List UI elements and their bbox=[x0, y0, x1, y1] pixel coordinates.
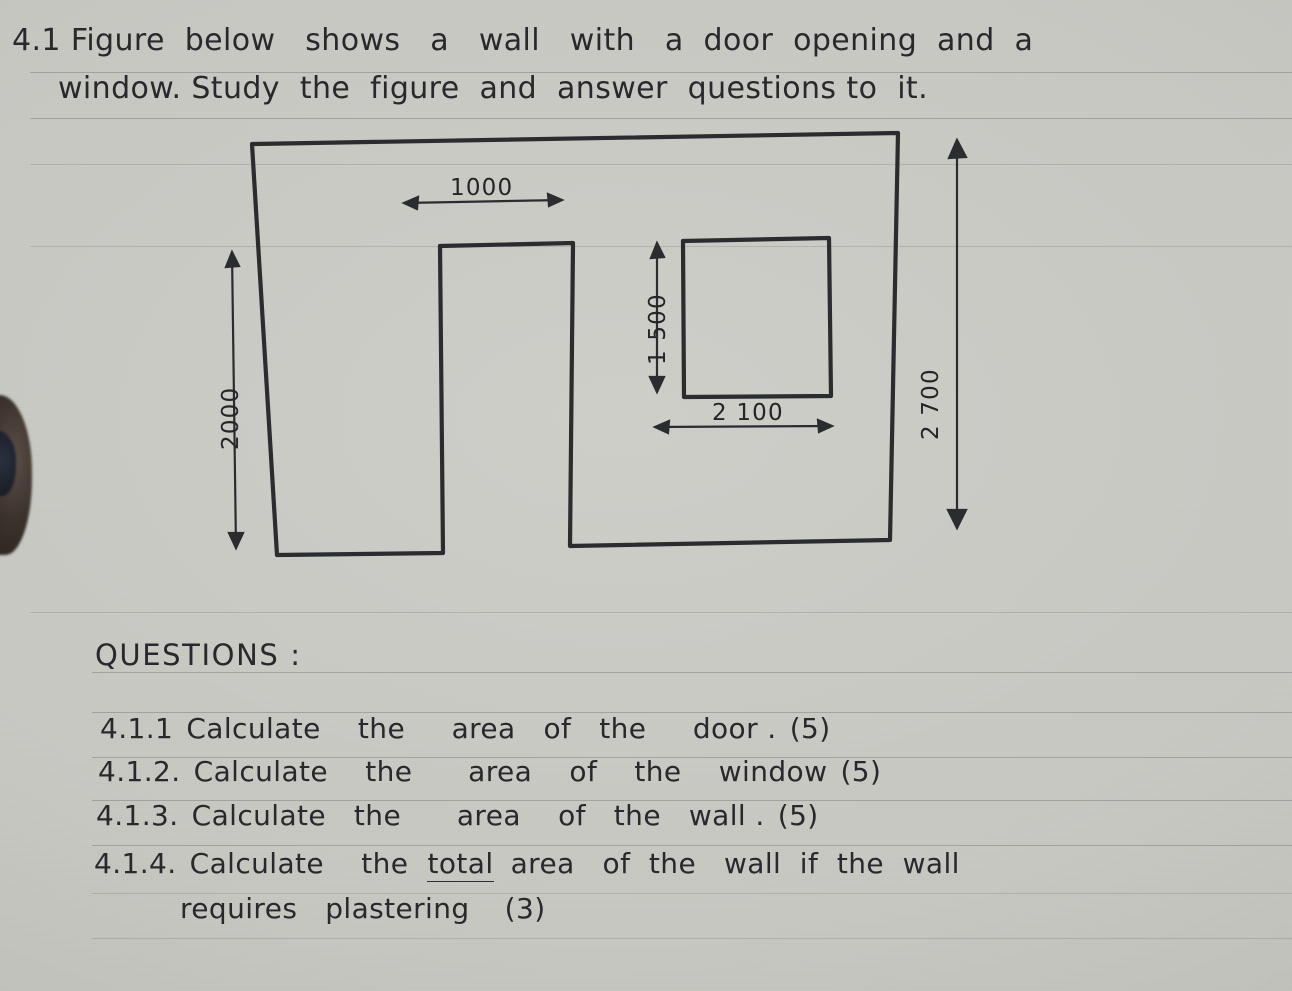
question-text-emphasis: total bbox=[427, 847, 494, 882]
questions-heading: QUESTIONS : bbox=[95, 638, 302, 672]
dim-label-door-width: 1000 bbox=[450, 175, 514, 201]
ruled-line bbox=[92, 672, 1292, 673]
question-number: 4.1.1 bbox=[100, 712, 174, 745]
question-text: Calculate the area of the window bbox=[193, 755, 828, 788]
dim-label-window-height: 1 500 bbox=[645, 293, 671, 365]
question-text-part2: area of the wall if the wall bbox=[510, 847, 960, 880]
paper-grain-texture bbox=[0, 0, 1292, 991]
dim-label-wall-left-height: 2000 bbox=[218, 386, 244, 450]
question-marks: (5) bbox=[840, 755, 882, 788]
question-text-part1: Calculate the bbox=[189, 847, 409, 880]
question-item: 4.1.4. Calculate the total area of the w… bbox=[94, 847, 959, 882]
dim-label-wall-total-height: 2 700 bbox=[918, 368, 944, 440]
question-number: 4.1.2. bbox=[98, 755, 181, 788]
ruled-line bbox=[30, 246, 1292, 247]
intro-line-2: window. Study the figure and answer ques… bbox=[58, 71, 929, 106]
question-text: Calculate the area of the door . bbox=[186, 712, 777, 745]
question-text-line2: requires plastering bbox=[180, 892, 470, 925]
dim-label-window-width: 2 100 bbox=[712, 400, 784, 426]
ruled-line bbox=[92, 938, 1292, 939]
question-text: Calculate the area of the wall . bbox=[191, 799, 765, 832]
question-marks: (5) bbox=[789, 712, 831, 745]
intro-line-1: 4.1 Figure below shows a wall with a doo… bbox=[12, 23, 1034, 58]
question-marks: (5) bbox=[777, 799, 819, 832]
question-marks: (3) bbox=[504, 892, 546, 925]
scanned-page: 4.1 Figure below shows a wall with a doo… bbox=[0, 0, 1292, 991]
question-item: 4.1.3. Calculate the area of the wall . … bbox=[96, 799, 818, 832]
question-item-continuation: requires plastering (3) bbox=[180, 892, 545, 925]
ruled-line bbox=[30, 118, 1292, 119]
question-number: 4.1.3. bbox=[96, 799, 179, 832]
ruled-line bbox=[30, 612, 1292, 613]
question-number: 4.1.4. bbox=[94, 847, 177, 880]
ruled-line bbox=[92, 845, 1292, 846]
question-item: 4.1.1 Calculate the area of the door . (… bbox=[100, 712, 830, 745]
ruled-line bbox=[30, 164, 1292, 165]
question-item: 4.1.2. Calculate the area of the window … bbox=[98, 755, 881, 788]
